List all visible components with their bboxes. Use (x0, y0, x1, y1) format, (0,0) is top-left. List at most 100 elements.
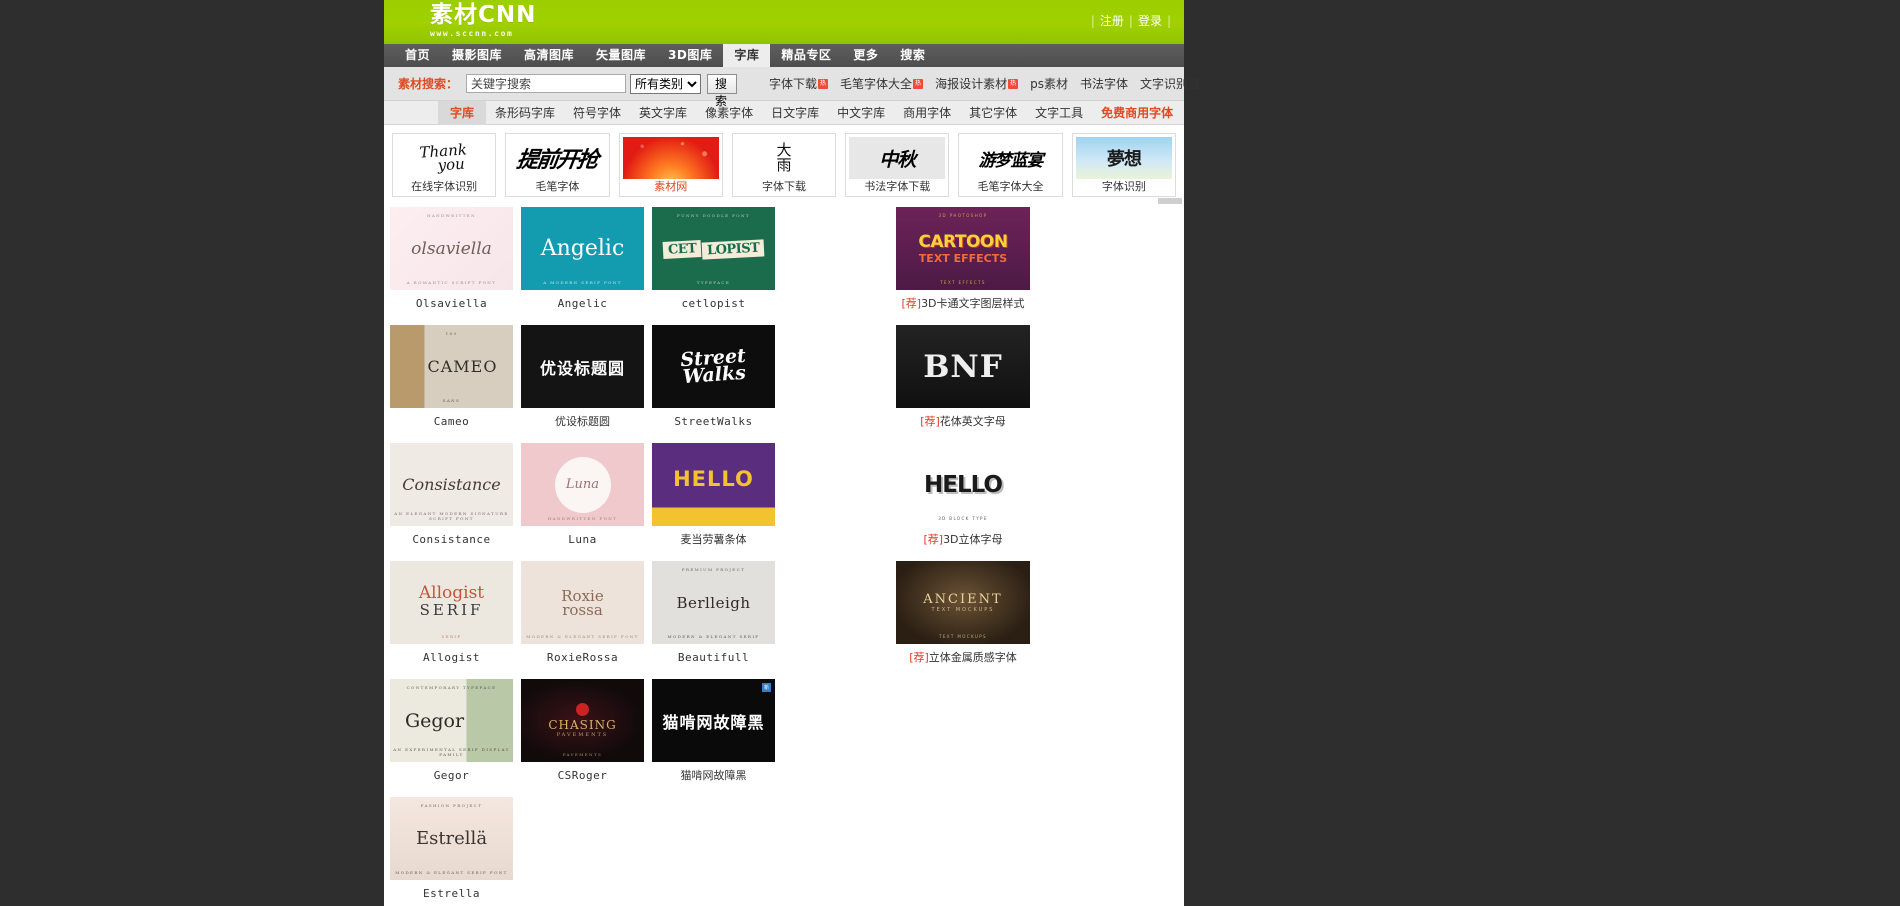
font-card[interactable]: Berlleigh PREMIUM PROJECT MODERN & ELEGANT… (652, 561, 775, 668)
subnav-item-2[interactable]: 符号字体 (564, 101, 630, 125)
font-card-name[interactable]: Consistance (390, 530, 513, 550)
font-thumbnail[interactable]: 优设标题圆 (521, 325, 644, 408)
banner-item-1[interactable]: 提前开抢 毛笔字体 (505, 133, 610, 197)
recommended-card-name[interactable]: [荐]3D卡通文字图层样式 (896, 294, 1030, 314)
subnav-item-10[interactable]: 免费商用字体 (1092, 101, 1182, 125)
font-card-name[interactable]: cetlopist (652, 294, 775, 314)
font-thumbnail[interactable]: Allogist SERIF SERIF (390, 561, 513, 644)
subnav-item-9[interactable]: 文字工具 (1026, 101, 1092, 125)
font-card[interactable]: 猫啃网故障黑新猫啃网故障黑 (652, 679, 775, 786)
font-card[interactable]: CHASING PAVEMENTS PAVEMENTS CSRoger (521, 679, 644, 786)
search-button[interactable]: 搜 索 (707, 73, 738, 108)
subnav-item-0[interactable]: 字库 (438, 100, 487, 125)
font-card-name[interactable]: Allogist (390, 648, 513, 668)
font-thumbnail[interactable]: HELLO 3D Block Type (896, 443, 1030, 526)
hot-link-5[interactable]: 文字识别器 (1140, 75, 1200, 92)
register-link[interactable]: 注册 (1100, 14, 1124, 28)
recommended-card[interactable]: CARTOON TEXT EFFECTS 3D PHOTOSHOP TEXT EFFE… (896, 207, 1030, 314)
banner-item-6[interactable]: 夢想 字体识别 (1071, 133, 1176, 197)
subnav-item-6[interactable]: 中文字库 (828, 101, 894, 125)
font-card[interactable]: Street Walks StreetWalks (652, 325, 775, 432)
font-card-name[interactable]: Olsaviella (390, 294, 513, 314)
hot-link-4[interactable]: 书法字体 (1080, 75, 1128, 92)
font-card-name[interactable]: StreetWalks (652, 412, 775, 432)
font-card[interactable]: Roxie rossa MODERN & ELEGANT SERIF FONT Rox… (521, 561, 644, 668)
site-logo[interactable]: 素材CNN www.sccnn.com (430, 3, 536, 39)
font-thumbnail[interactable]: 猫啃网故障黑新 (652, 679, 775, 762)
subnav-item-4[interactable]: 像素字体 (696, 101, 762, 125)
font-card-name[interactable]: Beautifull (652, 648, 775, 668)
category-select[interactable]: 所有类别 (630, 73, 702, 94)
font-card[interactable]: 优设标题圆 优设标题圆 (521, 325, 644, 432)
font-thumbnail[interactable]: Street Walks (652, 325, 775, 408)
recommended-card-name[interactable]: [荐]3D立体字母 (896, 530, 1030, 550)
font-card[interactable]: olsaviella HANDWRITTEN A ROMANTIC SCRIPT F… (390, 207, 513, 314)
subnav-item-7[interactable]: 商用字体 (894, 101, 960, 125)
font-thumbnail[interactable]: ANCIENT TEXT MOCKUPS TEXT MOCKUPS (896, 561, 1030, 644)
subnav-item-8[interactable]: 其它字体 (960, 101, 1026, 125)
font-thumbnail[interactable]: Berlleigh PREMIUM PROJECT MODERN & ELEGANT… (652, 561, 775, 644)
nav-item-2[interactable]: 高清图库 (513, 44, 585, 67)
recommended-card[interactable]: ANCIENT TEXT MOCKUPS TEXT MOCKUPS [荐]立体金属质感… (896, 561, 1030, 668)
font-card[interactable]: Allogist SERIF SERIF Allogist (390, 561, 513, 668)
font-card[interactable]: Estrellä FASHION PROJECT MODERN & ELEGANT … (390, 797, 513, 904)
font-thumbnail[interactable]: HELLO 麦当劳薯条体 HELLO，我说 HELLO？ (652, 443, 775, 526)
font-thumbnail[interactable]: Luna HANDWRITTEN FONT (521, 443, 644, 526)
font-thumbnail[interactable]: Estrellä FASHION PROJECT MODERN & ELEGANT … (390, 797, 513, 880)
font-card[interactable]: Consistance AN ELEGANT MODERN SIGNATURE S… (390, 443, 513, 550)
font-card-name[interactable]: Gegor (390, 766, 513, 786)
hot-link-0[interactable]: 字体下载热 (769, 75, 829, 92)
font-thumbnail[interactable]: Consistance AN ELEGANT MODERN SIGNATURE S… (390, 443, 513, 526)
login-link[interactable]: 登录 (1138, 14, 1162, 28)
banner-item-0[interactable]: Thank you 在线字体识别 (392, 133, 497, 197)
nav-item-5[interactable]: 字库 (723, 44, 771, 67)
nav-item-3[interactable]: 矢量图库 (585, 44, 657, 67)
font-thumbnail[interactable]: Roxie rossa MODERN & ELEGANT SERIF FONT (521, 561, 644, 644)
hot-link-2[interactable]: 海报设计素材热 (935, 75, 1019, 92)
banner-item-2[interactable]: 素材网 (618, 133, 723, 197)
hot-link-1[interactable]: 毛笔字体大全热 (840, 75, 924, 92)
font-thumbnail[interactable]: CET LOPIST FUNNY DOODLE FONT TYPEFACE (652, 207, 775, 290)
font-thumbnail[interactable]: olsaviella HANDWRITTEN A ROMANTIC SCRIPT F… (390, 207, 513, 290)
font-card-name[interactable]: Estrella (390, 884, 513, 904)
recommended-card-name[interactable]: [荐]立体金属质感字体 (896, 648, 1030, 668)
banner-item-4[interactable]: 中秋 书法字体下载 (845, 133, 950, 197)
nav-item-4[interactable]: 3D图库 (657, 44, 723, 67)
font-thumbnail[interactable]: CHASING PAVEMENTS PAVEMENTS (521, 679, 644, 762)
font-card[interactable]: CET LOPIST FUNNY DOODLE FONT TYPEFACE cetlop… (652, 207, 775, 314)
font-thumbnail[interactable]: Angelic A MODERN SERIF FONT (521, 207, 644, 290)
subnav-item-1[interactable]: 条形码字库 (486, 101, 564, 125)
font-card[interactable]: Angelic A MODERN SERIF FONT Angelic (521, 207, 644, 314)
scroll-nub[interactable] (1158, 198, 1182, 204)
recommended-card[interactable]: HELLO 3D Block Type [荐]3D立体字母 (896, 443, 1030, 550)
nav-item-6[interactable]: 精品专区 (770, 44, 842, 67)
subnav-item-3[interactable]: 英文字库 (630, 101, 696, 125)
font-card[interactable]: Gegor CONTEMPORARY TYPEFACE AN EXPERIMENTA… (390, 679, 513, 786)
font-card-name[interactable]: 猫啃网故障黑 (652, 766, 775, 786)
subnav-item-5[interactable]: 日文字库 (762, 101, 828, 125)
font-thumbnail[interactable]: Gegor CONTEMPORARY TYPEFACE AN EXPERIMENTA… (390, 679, 513, 762)
font-card-name[interactable]: 优设标题圆 (521, 412, 644, 432)
nav-item-7[interactable]: 更多 (842, 44, 889, 67)
font-thumbnail[interactable]: CARTOON TEXT EFFECTS 3D PHOTOSHOP TEXT EFFE… (896, 207, 1030, 290)
banner-item-3[interactable]: 大雨字体下载 (731, 133, 837, 197)
nav-item-0[interactable]: 首页 (394, 44, 441, 67)
font-card[interactable]: CAMEO 189 SANS Cameo (390, 325, 513, 432)
hot-link-3[interactable]: ps素材 (1030, 75, 1068, 92)
font-card-name[interactable]: Angelic (521, 294, 644, 314)
font-card-name[interactable]: RoxieRossa (521, 648, 644, 668)
nav-item-8[interactable]: 搜索 (889, 44, 936, 67)
search-input[interactable] (466, 74, 627, 93)
banner-item-5[interactable]: 游梦蓝宴 毛笔字体大全 (958, 133, 1063, 197)
nav-item-1[interactable]: 摄影图库 (441, 44, 513, 67)
font-card-name[interactable]: CSRoger (521, 766, 644, 786)
font-card-name[interactable]: Cameo (390, 412, 513, 432)
recommended-card-name[interactable]: [荐]花体英文字母 (896, 412, 1030, 432)
font-card[interactable]: HELLO 麦当劳薯条体 HELLO，我说 HELLO？ 麦当劳薯条体 (652, 443, 775, 550)
font-card-name[interactable]: 麦当劳薯条体 (652, 530, 775, 550)
recommended-card[interactable]: BNF [荐]花体英文字母 (896, 325, 1030, 432)
font-card[interactable]: Luna HANDWRITTEN FONT Luna (521, 443, 644, 550)
font-card-name[interactable]: Luna (521, 530, 644, 550)
font-thumbnail[interactable]: CAMEO 189 SANS (390, 325, 513, 408)
font-thumbnail[interactable]: BNF (896, 325, 1030, 408)
